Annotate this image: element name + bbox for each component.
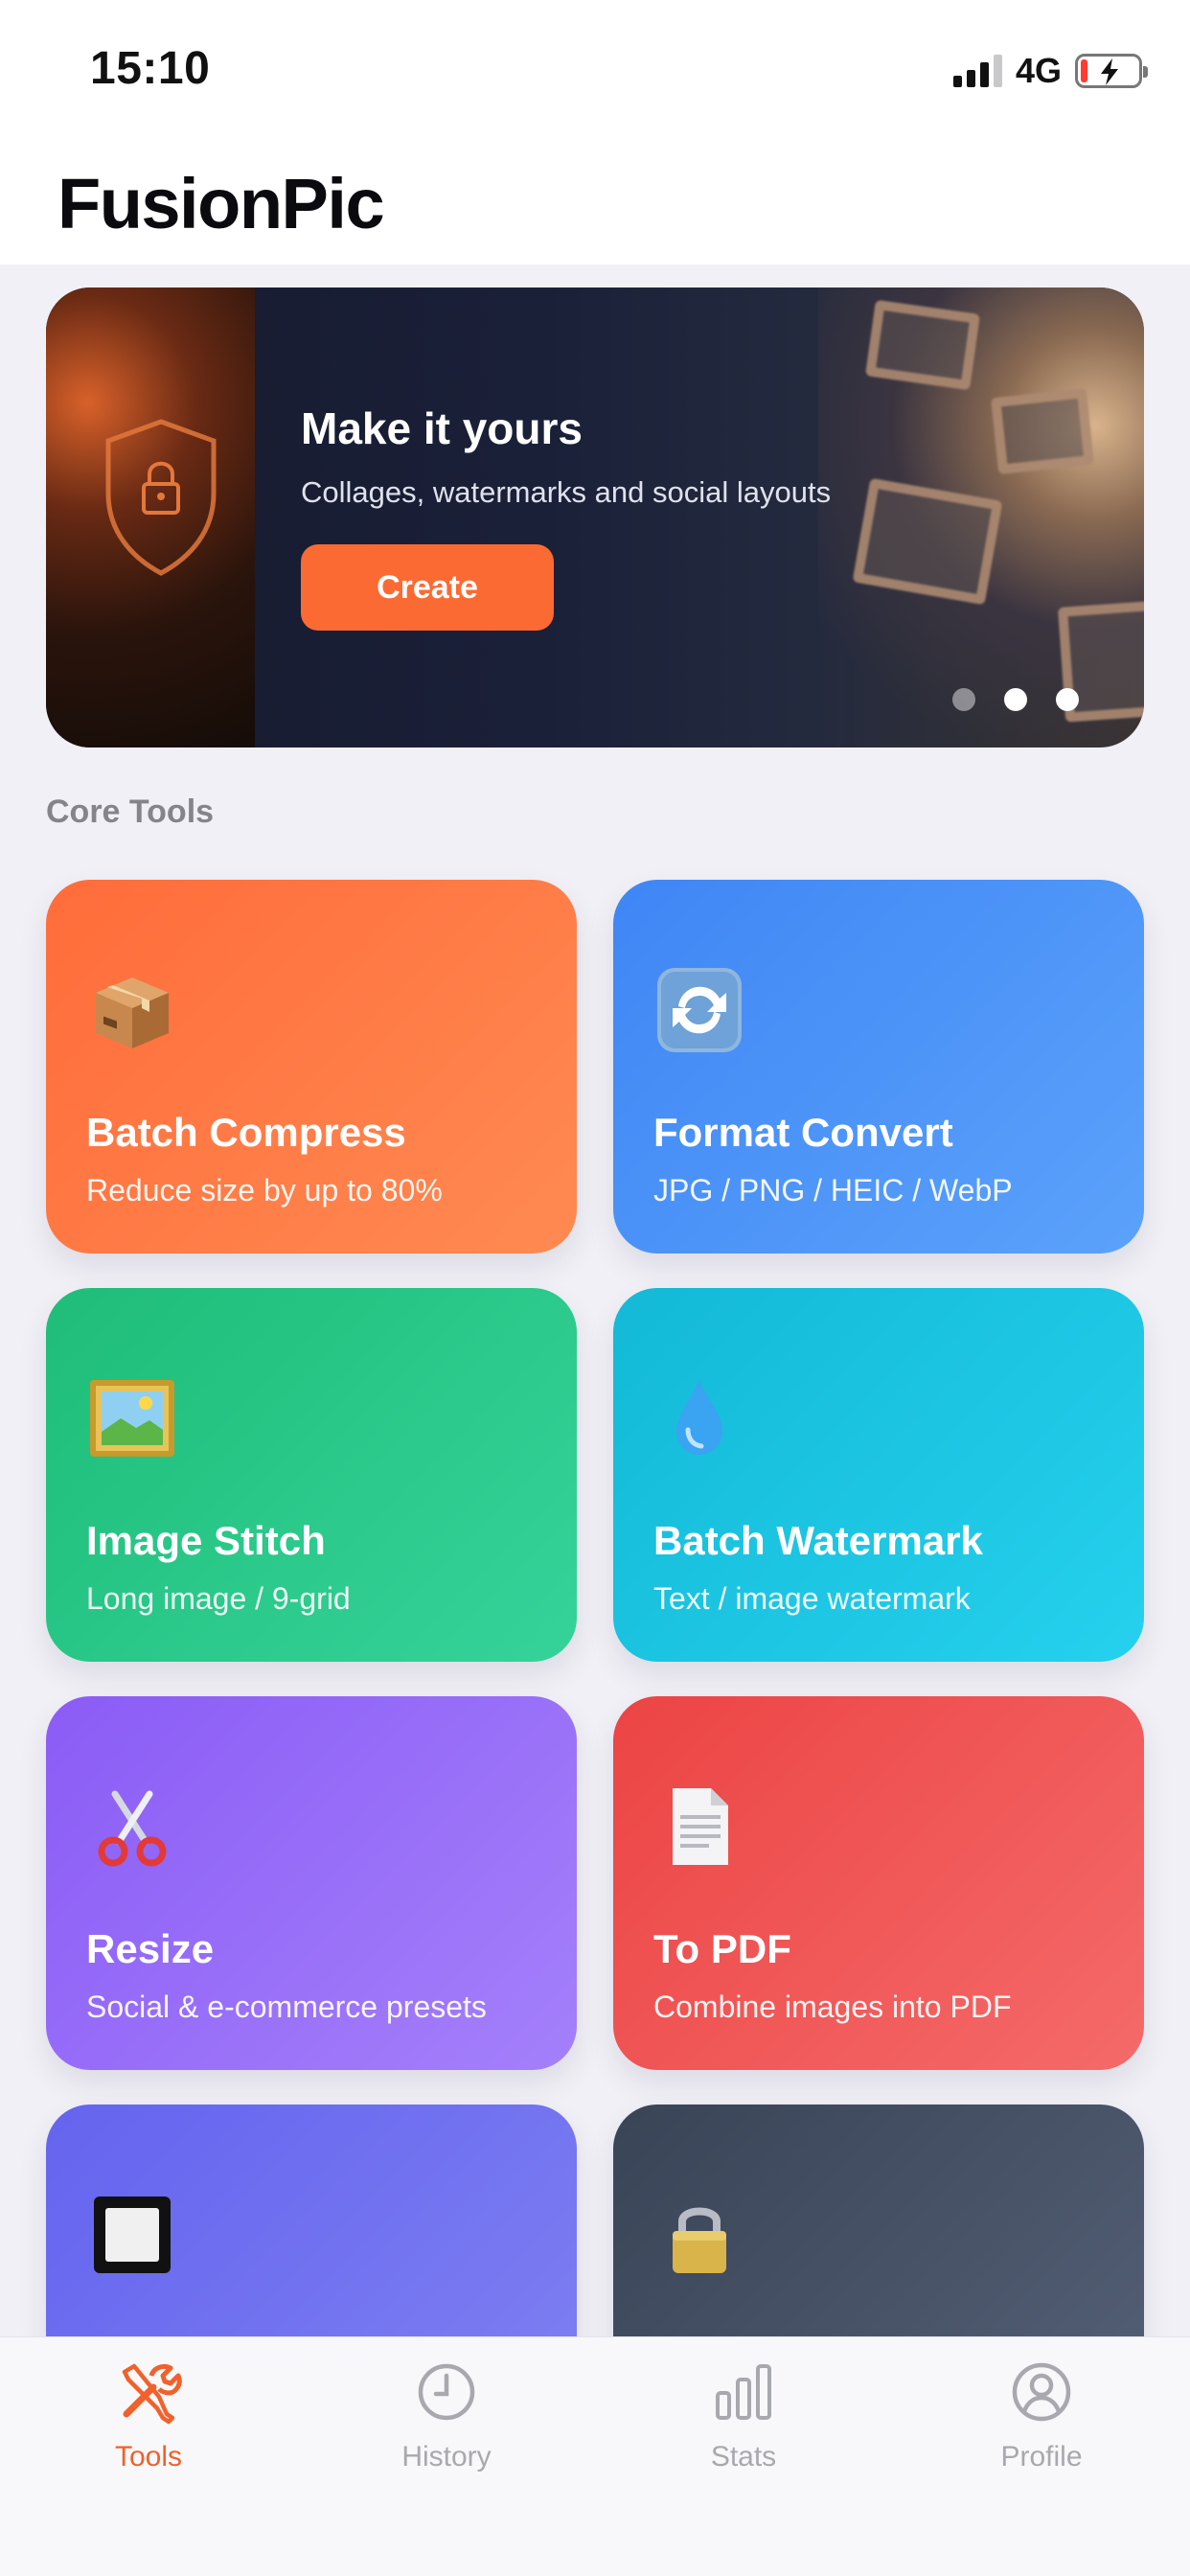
floating-photo [864, 299, 981, 391]
tool-title: To PDF [653, 1926, 791, 1971]
tool-card-resize[interactable]: Resize Social & e-commerce presets [46, 1696, 577, 2070]
banner-subtitle: Collages, watermarks and social layouts [301, 475, 832, 509]
tool-card-image-stitch[interactable]: Image Stitch Long image / 9-grid [46, 1288, 577, 1662]
tool-card-to-pdf[interactable]: To PDF Combine images into PDF [613, 1696, 1144, 2070]
tab-label: Profile [1000, 2441, 1083, 2472]
tool-description: Text / image watermark [653, 1581, 971, 1616]
shield-lock-icon [105, 419, 217, 576]
promo-banner[interactable]: Make it yours Collages, watermarks and s… [46, 288, 1144, 748]
tool-card-batch-watermark[interactable]: Batch Watermark Text / image watermark [613, 1288, 1144, 1662]
clock-icon [418, 2363, 475, 2421]
tab-stats[interactable]: Stats [648, 2358, 839, 2502]
bar-chart-icon [716, 2364, 771, 2420]
tab-tools[interactable]: Tools [53, 2358, 244, 2502]
tool-card-format-convert[interactable]: Format Convert JPG / PNG / HEIC / WebP [613, 880, 1144, 1254]
framed-picture-icon [90, 1380, 174, 1457]
banner-security-image [46, 288, 255, 748]
tool-description: Long image / 9-grid [86, 1581, 351, 1616]
tools-icon [122, 2363, 182, 2425]
status-indicators: 4G [952, 50, 1148, 92]
tool-card-batch-compress[interactable]: Batch Compress Reduce size by up to 80% [46, 880, 577, 1254]
tool-title: Format Convert [653, 1110, 953, 1155]
carousel-dot[interactable] [952, 688, 975, 711]
section-title-core-tools: Core Tools [46, 794, 215, 830]
carousel-dots [952, 688, 1079, 711]
tab-label: Stats [710, 2441, 777, 2472]
white-square-icon [94, 2196, 171, 2273]
status-bar: 15:10 4G [0, 0, 1190, 144]
network-type: 4G [1015, 51, 1062, 90]
tab-label: History [401, 2441, 492, 2472]
droplet-icon [676, 1380, 722, 1455]
tool-description: JPG / PNG / HEIC / WebP [653, 1173, 1013, 1208]
tool-title: Resize [86, 1926, 215, 1971]
status-time: 15:10 [90, 43, 211, 94]
app-title: FusionPic [57, 164, 385, 243]
tab-history[interactable]: History [351, 2358, 542, 2502]
signal-icon [952, 55, 1002, 87]
document-icon [673, 1788, 728, 1865]
banner-heading: Make it yours [301, 403, 583, 453]
tool-title: Image Stitch [86, 1518, 326, 1563]
package-icon [96, 978, 169, 1048]
convert-arrows-icon [657, 968, 742, 1052]
tab-bar: Tools History Stats Profile [0, 2336, 1190, 2576]
tool-description: Reduce size by up to 80% [86, 1173, 443, 1208]
padlock-icon [673, 2207, 726, 2273]
carousel-dot-active[interactable] [1056, 688, 1079, 711]
tool-description: Social & e-commerce presets [86, 1990, 487, 2024]
create-button[interactable]: Create [301, 544, 554, 631]
tool-description: Combine images into PDF [653, 1990, 1012, 2024]
floating-photo [991, 387, 1094, 475]
scissors-icon [98, 1790, 167, 1867]
tab-profile[interactable]: Profile [946, 2358, 1137, 2502]
app-header: FusionPic [0, 144, 1190, 264]
tool-title: Batch Compress [86, 1110, 406, 1155]
person-icon [1012, 2362, 1071, 2422]
tool-title: Batch Watermark [653, 1518, 983, 1563]
tab-label: Tools [114, 2441, 183, 2472]
battery-charging-icon [1075, 54, 1148, 88]
carousel-dot[interactable] [1004, 688, 1027, 711]
